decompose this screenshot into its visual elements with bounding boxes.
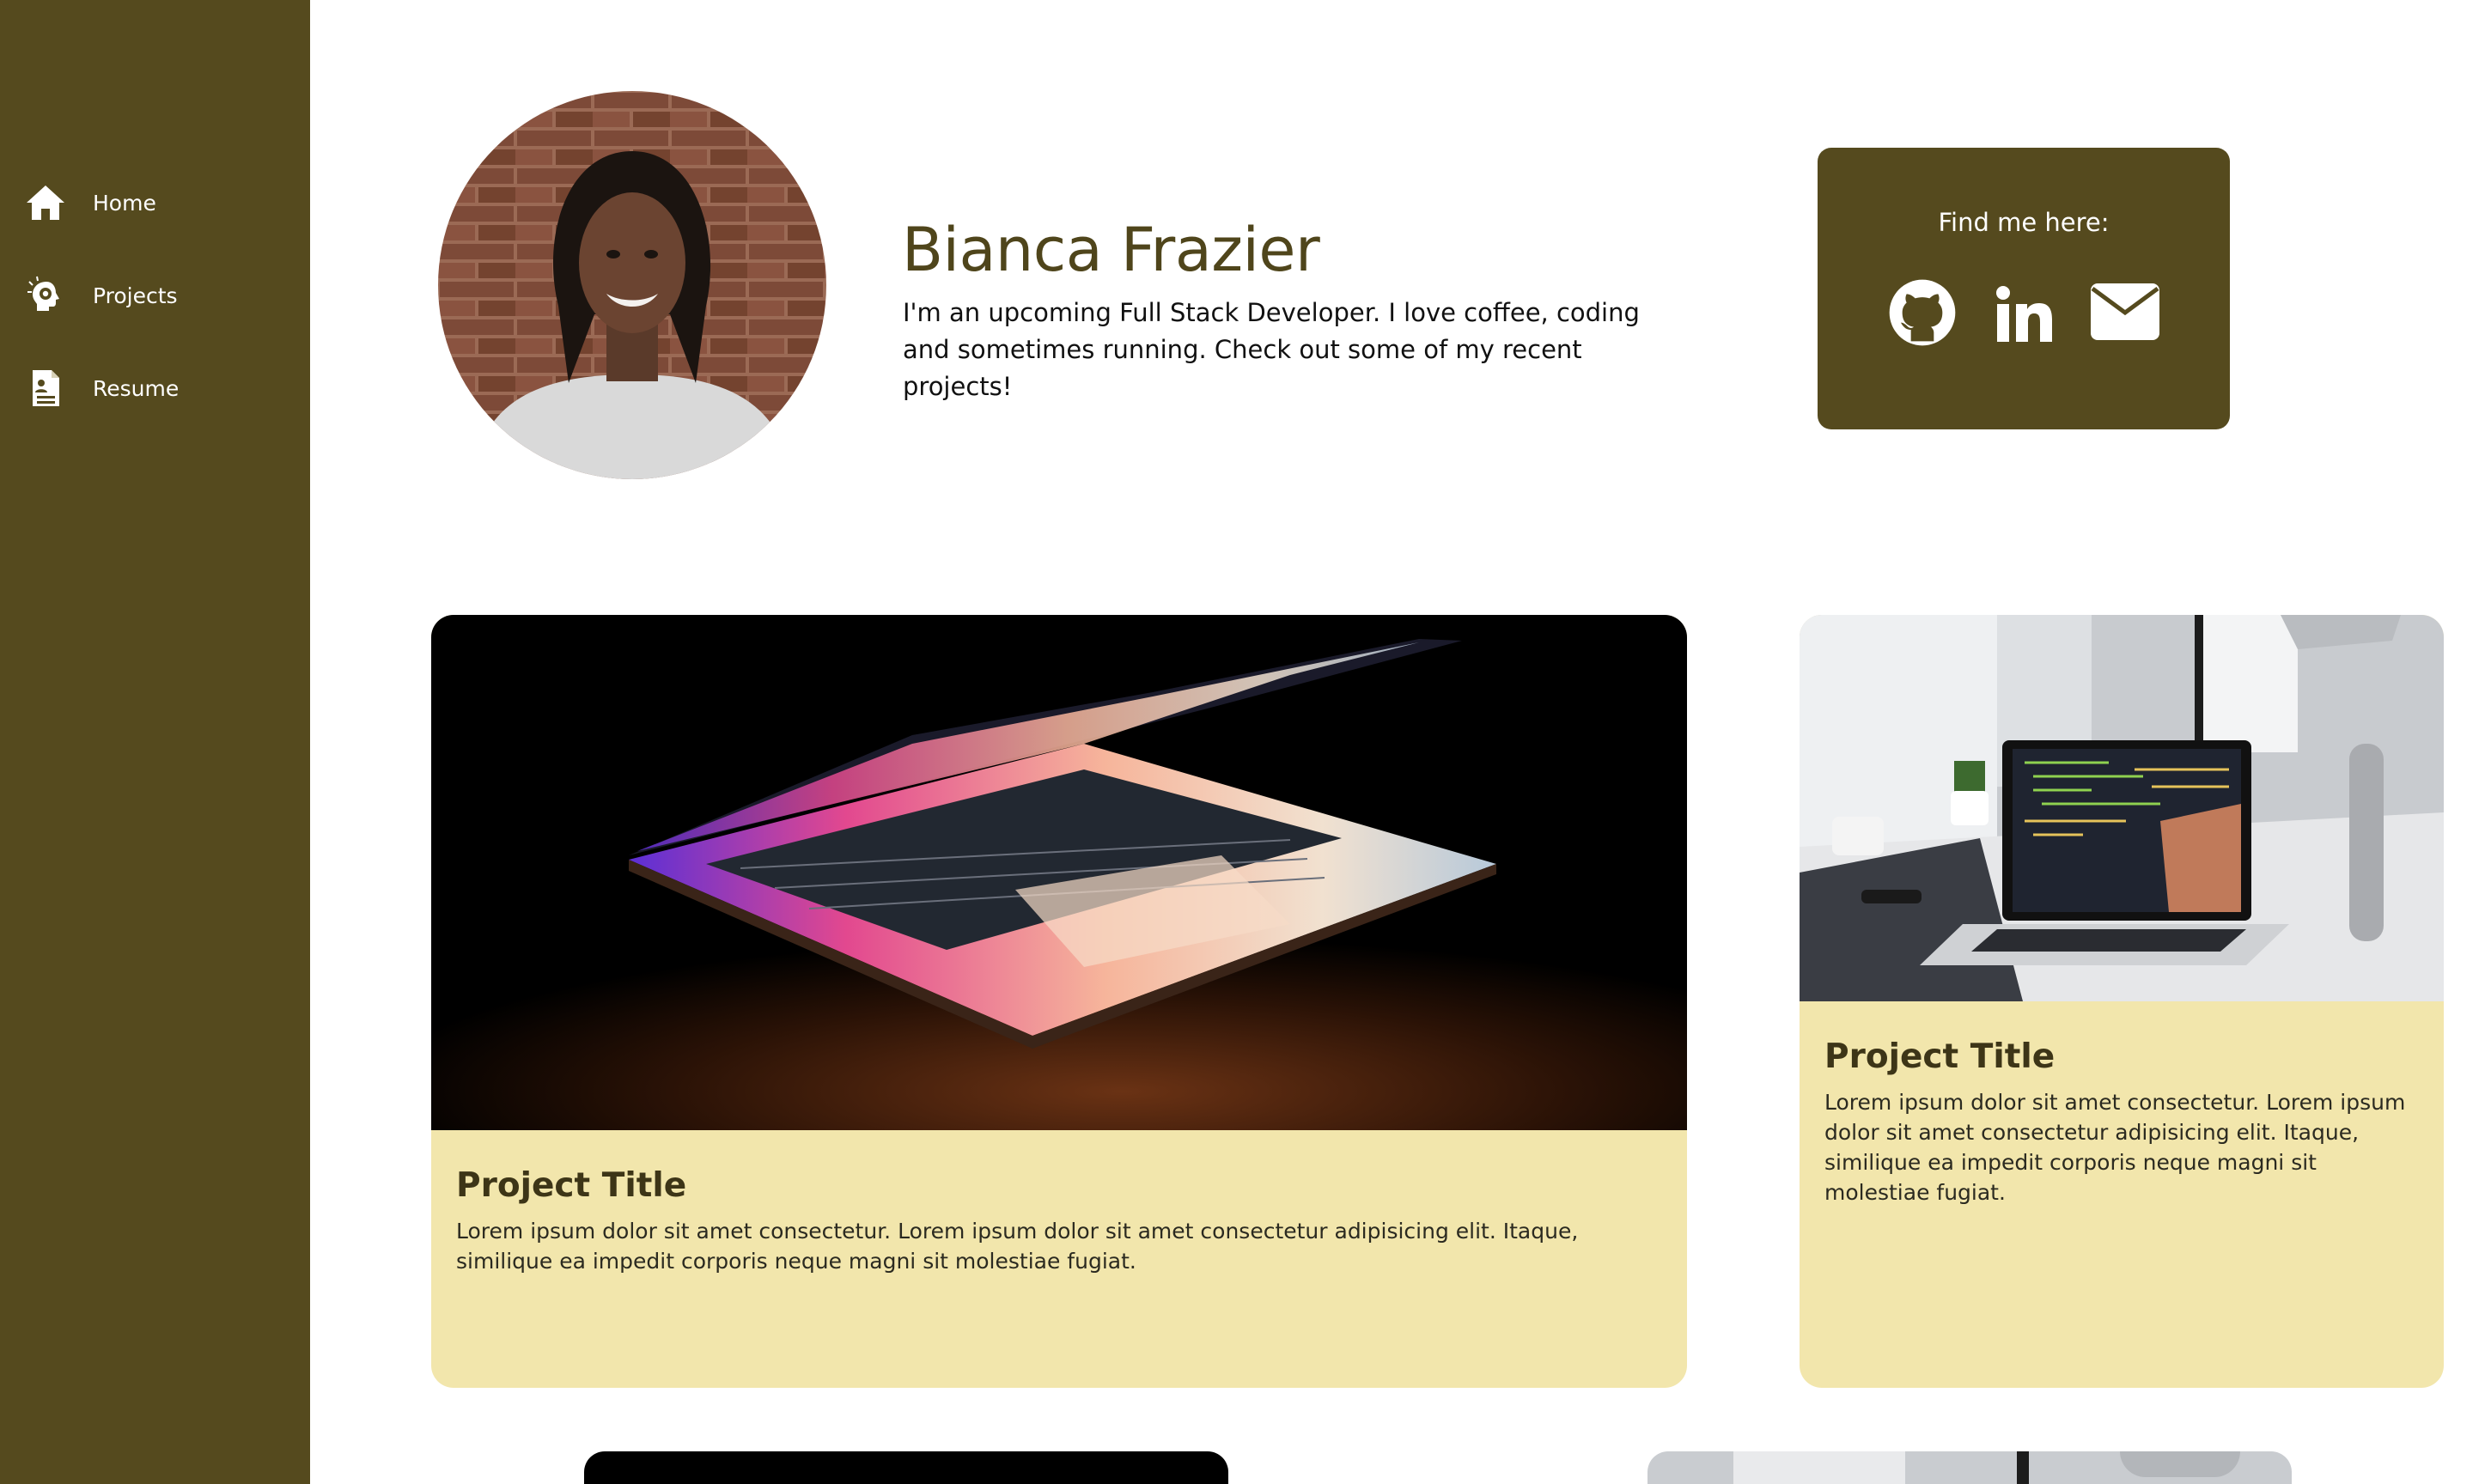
project-card[interactable]: Project Title Lorem ipsum dolor sit amet… bbox=[431, 615, 1687, 1388]
project-card-peek[interactable] bbox=[1647, 1451, 2292, 1484]
sidebar-item-label: Resume bbox=[93, 375, 180, 401]
github-link[interactable] bbox=[1888, 278, 1957, 347]
project-image-laptop bbox=[431, 615, 1687, 1130]
home-icon bbox=[24, 181, 67, 224]
hero-bio: I'm an upcoming Full Stack Developer. I … bbox=[903, 298, 1640, 401]
resume-icon bbox=[24, 367, 67, 410]
contact-box: Find me here: bbox=[1818, 148, 2230, 429]
project-description: Lorem ipsum dolor sit amet consectetur. … bbox=[1824, 1090, 2406, 1205]
sidebar-item-resume[interactable]: Resume bbox=[24, 362, 179, 414]
sidebar: Home Projects Resume bbox=[0, 0, 310, 1484]
mail-link[interactable] bbox=[2091, 283, 2159, 340]
image-fragment bbox=[2017, 1451, 2029, 1484]
page-title: Bianca Frazier bbox=[902, 215, 1320, 285]
linkedin-icon bbox=[1995, 286, 2054, 345]
sidebar-item-label: Home bbox=[93, 190, 156, 216]
project-card[interactable]: Project Title Lorem ipsum dolor sit amet… bbox=[1800, 615, 2444, 1388]
sidebar-item-home[interactable]: Home bbox=[24, 177, 156, 228]
project-card-peek[interactable] bbox=[584, 1451, 1228, 1484]
image-fragment bbox=[1733, 1451, 1905, 1484]
projects-icon bbox=[24, 274, 67, 317]
contact-title: Find me here: bbox=[1938, 208, 2110, 237]
project-title: Project Title bbox=[1824, 1037, 2056, 1076]
project-description: Lorem ipsum dolor sit amet consectetur. … bbox=[456, 1219, 1579, 1274]
image-fragment bbox=[2120, 1451, 2240, 1477]
avatar bbox=[438, 91, 826, 479]
mail-icon bbox=[2091, 283, 2159, 344]
sidebar-item-label: Projects bbox=[93, 283, 178, 308]
sidebar-item-projects[interactable]: Projects bbox=[24, 270, 178, 321]
linkedin-link[interactable] bbox=[1995, 285, 2054, 342]
github-icon bbox=[1888, 279, 1957, 350]
project-title: Project Title bbox=[456, 1166, 687, 1205]
project-image-desk bbox=[1800, 615, 2444, 1001]
